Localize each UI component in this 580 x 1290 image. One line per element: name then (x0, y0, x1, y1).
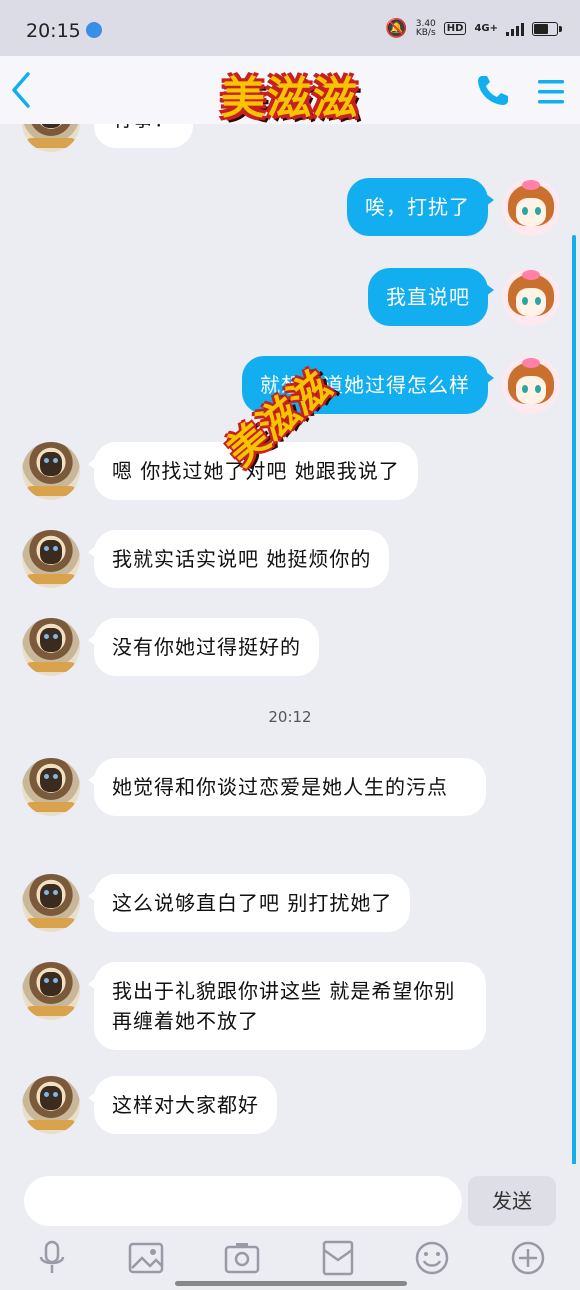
menu-icon[interactable] (530, 72, 574, 112)
emoji-icon[interactable] (412, 1238, 452, 1278)
contact-avatar[interactable] (22, 874, 80, 932)
my-avatar[interactable] (502, 268, 560, 326)
red-packet-icon[interactable] (318, 1238, 358, 1278)
input-bar: 发送 (0, 1164, 580, 1290)
network-speed: 3.40 KB/s (415, 18, 436, 38)
camera-icon[interactable] (222, 1238, 262, 1278)
contact-avatar[interactable] (22, 618, 80, 676)
plus-icon[interactable] (508, 1238, 548, 1278)
chat-header: 美滋滋 (0, 56, 580, 124)
message-bubble-incoming[interactable]: 我出于礼貌跟你讲这些 就是希望你别再缠着她不放了 (88, 962, 486, 1050)
mic-icon[interactable] (32, 1238, 72, 1278)
contact-avatar[interactable] (22, 1076, 80, 1134)
toolbar (0, 1238, 580, 1278)
status-bar: 20:15 🔕 3.40 KB/s HD 4G+ (0, 0, 580, 56)
message-bubble-incoming[interactable]: 这样对大家都好 (88, 1076, 277, 1134)
message-bubble-outgoing[interactable]: 唉，打扰了 (347, 178, 494, 236)
image-icon[interactable] (126, 1238, 166, 1278)
network-type: 4G+ (474, 23, 498, 34)
battery-icon (532, 21, 562, 36)
my-avatar[interactable] (502, 356, 560, 414)
message-bubble-incoming[interactable]: 有事？ (94, 124, 193, 148)
contact-avatar[interactable] (22, 758, 80, 816)
message-bubble-incoming[interactable]: 她觉得和你谈过恋爱是她人生的污点 (88, 758, 486, 816)
message-bubble-outgoing[interactable]: 我直说吧 (368, 268, 494, 326)
chat-message-list[interactable]: 有事？ 唉，打扰了 我直说吧 就想知道她过得怎么样 嗯 你找过她了对吧 她跟我说… (0, 124, 580, 1164)
paw-notification-icon (86, 22, 102, 38)
send-button[interactable]: 发送 (468, 1176, 556, 1226)
status-time: 20:15 (26, 20, 81, 42)
message-input[interactable] (24, 1176, 462, 1226)
status-icons: 🔕 3.40 KB/s HD 4G+ (385, 18, 562, 39)
my-avatar[interactable] (502, 178, 560, 236)
message-bubble-incoming[interactable]: 没有你她过得挺好的 (88, 618, 319, 676)
phone-icon[interactable] (472, 70, 516, 110)
signal-icon (506, 22, 524, 36)
message-bubble-incoming[interactable]: 我就实话实说吧 她挺烦你的 (87, 530, 390, 588)
hd-icon: HD (443, 22, 467, 35)
contact-avatar[interactable] (22, 530, 80, 588)
contact-avatar[interactable] (22, 442, 80, 500)
contact-avatar[interactable] (22, 962, 80, 1020)
message-timestamp: 20:12 (268, 708, 312, 726)
scrollbar[interactable] (572, 235, 576, 1165)
contact-avatar[interactable] (22, 124, 80, 152)
message-bubble-incoming[interactable]: 这么说够直白了吧 别打扰她了 (87, 874, 411, 932)
home-indicator[interactable] (175, 1281, 407, 1286)
mute-icon: 🔕 (385, 18, 408, 39)
